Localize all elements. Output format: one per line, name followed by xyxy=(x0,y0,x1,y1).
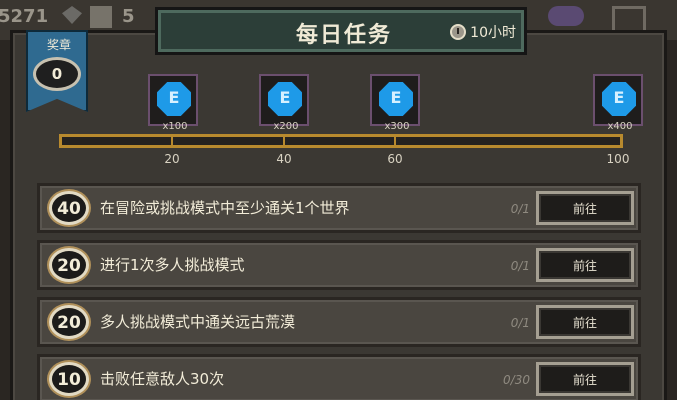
reward-qty: x400 xyxy=(607,121,633,132)
task-progress: 0/1 xyxy=(510,202,530,216)
timer-text: 10小时 xyxy=(470,25,516,41)
reward-qty: x200 xyxy=(273,121,299,132)
medal-progress-bar xyxy=(59,134,623,148)
points-badge: 20 xyxy=(49,305,89,339)
blue-gem-icon xyxy=(268,82,302,116)
tick-mark xyxy=(394,134,396,148)
tick-label-60: 60 xyxy=(387,152,403,166)
task-progress: 0/30 xyxy=(503,373,530,387)
go-button[interactable]: 前往 xyxy=(536,191,634,225)
medal-label: 奖章 xyxy=(46,38,71,52)
tick-label-40: 40 xyxy=(276,152,292,166)
task-description: 在冒险或挑战模式中至少通关1个世界 xyxy=(100,199,350,217)
task-row: 20 进行1次多人挑战模式 0/1 前往 xyxy=(37,240,641,290)
go-button[interactable]: 前往 xyxy=(536,305,634,339)
blue-gem-icon xyxy=(157,82,191,116)
item-icon xyxy=(90,6,112,28)
reward-box-4[interactable]: x400 xyxy=(593,74,643,132)
task-row: 40 在冒险或挑战模式中至少通关1个世界 0/1 前往 xyxy=(37,183,641,233)
pet-icon xyxy=(548,6,584,26)
hud-count: 5 xyxy=(122,6,135,27)
gem-icon xyxy=(62,6,82,24)
task-description: 进行1次多人挑战模式 xyxy=(100,256,245,274)
task-description: 击败任意敌人30次 xyxy=(100,370,225,388)
task-points: 40 xyxy=(57,199,81,219)
reward-qty: x300 xyxy=(384,121,410,132)
blue-gem-icon xyxy=(379,82,413,116)
task-points: 20 xyxy=(57,256,81,276)
medal-value: 0 xyxy=(51,65,63,83)
go-button[interactable]: 前往 xyxy=(536,362,634,396)
tick-label-20: 20 xyxy=(164,152,180,166)
task-progress: 0/1 xyxy=(510,316,530,330)
tick-mark xyxy=(283,134,285,148)
points-badge: 20 xyxy=(49,248,89,282)
title-banner: 每日任务 10小时 xyxy=(155,7,527,55)
go-button[interactable]: 前往 xyxy=(536,248,634,282)
hud-currency-value: 5271 xyxy=(0,6,49,27)
reward-box-1[interactable]: x100 xyxy=(148,74,198,132)
clock-icon xyxy=(450,24,467,40)
points-badge: 10 xyxy=(49,362,89,396)
reward-qty: x100 xyxy=(162,121,188,132)
task-row: 20 多人挑战模式中通关远古荒漠 0/1 前往 xyxy=(37,297,641,347)
task-row: 10 击败任意敌人30次 0/30 前往 xyxy=(37,354,641,400)
reset-timer: 10小时 xyxy=(450,22,516,42)
blue-gem-icon xyxy=(602,82,636,116)
task-progress: 0/1 xyxy=(510,259,530,273)
points-badge: 40 xyxy=(49,191,89,225)
task-points: 10 xyxy=(57,370,81,390)
medal-count-badge: 0 xyxy=(33,57,81,91)
task-description: 多人挑战模式中通关远古荒漠 xyxy=(100,313,296,331)
tick-mark xyxy=(171,134,173,148)
task-points: 20 xyxy=(57,313,81,333)
reward-box-3[interactable]: x300 xyxy=(370,74,420,132)
reward-box-2[interactable]: x200 xyxy=(259,74,309,132)
tick-label-100: 100 xyxy=(606,152,630,166)
